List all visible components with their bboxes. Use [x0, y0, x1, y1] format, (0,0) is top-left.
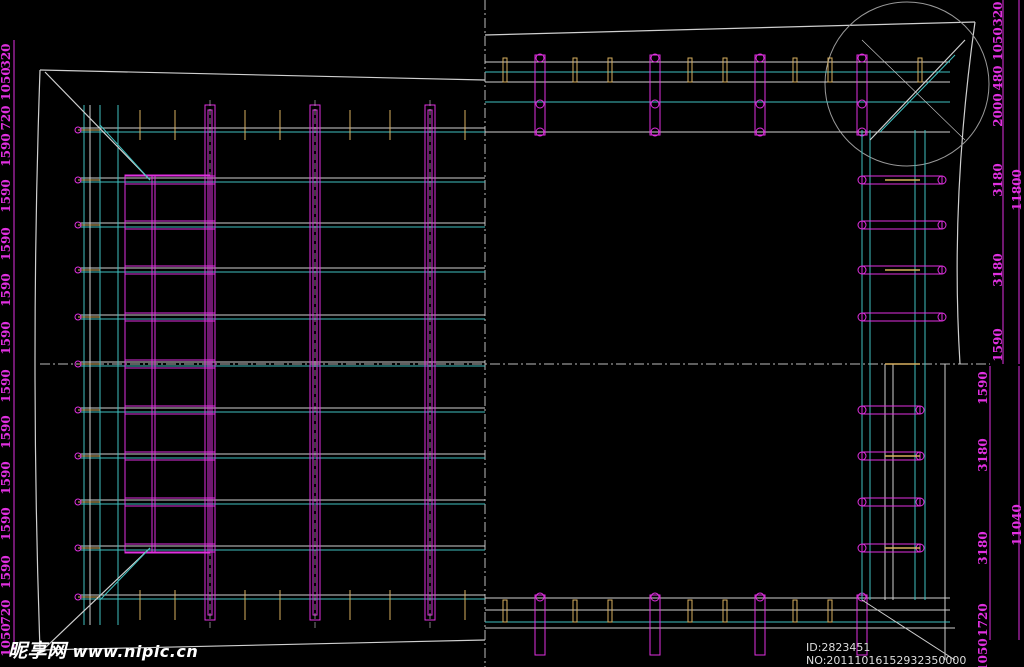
- watermark-brand-text: 昵享网: [8, 640, 67, 662]
- cad-plan-drawing: [0, 0, 1024, 667]
- watermark-url: www.nipic.cn: [72, 642, 199, 661]
- watermark-id: ID:2823451 NO:20111016152932350000: [806, 641, 967, 667]
- watermark-brand: 昵享网 www.nipic.cn: [8, 636, 198, 663]
